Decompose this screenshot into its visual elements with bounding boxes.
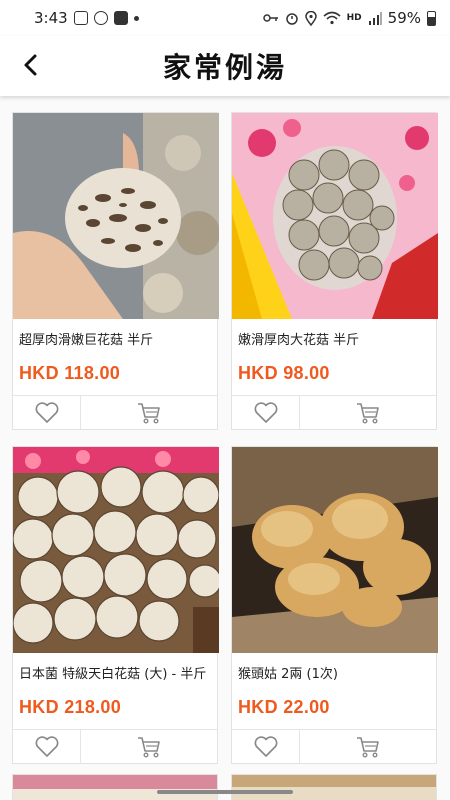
product-name[interactable]: 猴頭姑 2兩 (1次) <box>232 653 436 689</box>
shopping-cart-icon <box>138 403 160 424</box>
favorite-button[interactable] <box>13 730 81 764</box>
heart-outline-icon <box>35 736 58 757</box>
product-price: HKD 98.00 <box>238 363 330 383</box>
product-card[interactable]: 猴頭姑 2兩 (1次) HKD 22.00 <box>231 446 438 764</box>
product-price: HKD 118.00 <box>19 363 121 383</box>
key-icon <box>262 14 278 22</box>
heart-outline-icon <box>254 736 277 757</box>
add-to-cart-button[interactable] <box>300 396 436 430</box>
product-actions <box>232 395 436 430</box>
product-card-partial[interactable] <box>231 774 437 800</box>
battery-icon <box>427 10 436 26</box>
status-left: 3:43 <box>34 9 139 27</box>
product-actions <box>232 729 436 764</box>
product-grid: 超厚肉滑嫩巨花菇 半斤 HKD 118.00 嫩滑厚肉大花菇 半斤 HKD 98… <box>12 112 438 764</box>
status-time: 3:43 <box>34 9 68 27</box>
product-card[interactable]: 超厚肉滑嫩巨花菇 半斤 HKD 118.00 <box>12 112 219 430</box>
status-bar: 3:43 HD 59% <box>0 0 450 36</box>
battery-percent: 59% <box>387 9 421 27</box>
product-image[interactable] <box>13 113 219 319</box>
chevron-left-icon <box>24 54 37 76</box>
alarm-icon <box>285 13 298 25</box>
next-row-peek <box>12 774 438 800</box>
product-card-partial[interactable] <box>12 774 218 800</box>
home-indicator[interactable] <box>157 790 293 794</box>
heart-outline-icon <box>254 402 277 423</box>
network-type-label: HD <box>346 13 362 23</box>
gallery-notification-icon <box>73 11 88 25</box>
favorite-button[interactable] <box>13 396 81 430</box>
product-price: HKD 218.00 <box>19 697 122 717</box>
square-notification-icon <box>113 11 128 25</box>
favorite-button[interactable] <box>232 730 300 764</box>
add-to-cart-button[interactable] <box>81 396 217 430</box>
app-header: 家常例湯 <box>0 36 450 96</box>
product-card[interactable]: 嫩滑厚肉大花菇 半斤 HKD 98.00 <box>231 112 438 430</box>
more-notifications-icon <box>133 15 139 21</box>
heart-outline-icon <box>35 402 58 423</box>
product-card[interactable]: 日本菌 特級天白花菇 (大) - 半斤 HKD 218.00 <box>12 446 219 764</box>
status-right: HD 59% <box>262 9 436 27</box>
product-image[interactable] <box>13 447 219 653</box>
product-name[interactable]: 嫩滑厚肉大花菇 半斤 <box>232 319 436 355</box>
product-name[interactable]: 超厚肉滑嫩巨花菇 半斤 <box>13 319 217 355</box>
app-notification-icon <box>93 11 108 25</box>
product-image[interactable] <box>232 447 438 653</box>
shopping-cart-icon <box>138 737 160 758</box>
product-actions <box>13 729 217 764</box>
add-to-cart-button[interactable] <box>81 730 217 764</box>
product-price: HKD 22.00 <box>238 697 330 717</box>
back-button[interactable] <box>14 48 48 82</box>
product-image[interactable] <box>232 113 438 319</box>
product-image-partial <box>13 775 217 800</box>
signal-icon <box>368 12 382 25</box>
wifi-icon <box>323 11 341 25</box>
product-actions <box>13 395 217 430</box>
shopping-cart-icon <box>357 403 379 424</box>
product-name[interactable]: 日本菌 特級天白花菇 (大) - 半斤 <box>13 653 217 689</box>
location-icon <box>304 10 317 26</box>
shopping-cart-icon <box>357 737 379 758</box>
page-title: 家常例湯 <box>162 51 287 84</box>
product-image-partial <box>232 775 436 800</box>
favorite-button[interactable] <box>232 396 300 430</box>
add-to-cart-button[interactable] <box>300 730 436 764</box>
